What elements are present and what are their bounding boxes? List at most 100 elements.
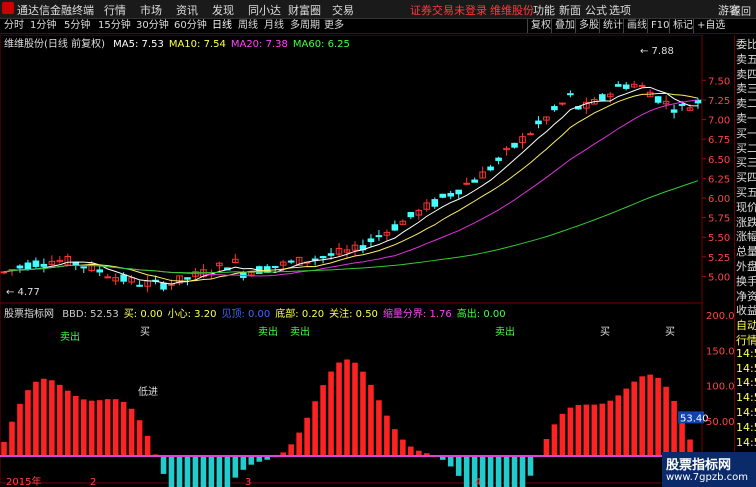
btn-fuquan[interactable]: 复权 [527,19,551,33]
quote-label-10: 买五 [736,186,756,199]
bbd-bar-1 [9,421,15,456]
sell-signal-1: 卖出 [258,325,278,338]
bbd-bar-11 [88,400,95,456]
btn-f10[interactable]: F10 [647,19,669,33]
ind-tick-1: 150.0 [706,346,734,357]
bbd-bars [0,359,702,487]
ma5-line [3,86,699,285]
date-tick-0: 2015年 [6,475,41,487]
period-month[interactable]: 月线 [264,19,284,33]
price-tick-7: 5.75 [708,214,730,225]
candle-body-59 [471,179,478,183]
bbd-bar-21 [168,456,175,487]
period-15min[interactable]: 15分钟 [98,19,131,33]
period-day[interactable]: 日线 [212,19,232,33]
candle-body-49 [391,224,399,231]
bbd-bar-43 [344,359,350,456]
login-notice[interactable]: 证券交易未登录 [410,2,487,18]
watermark-url: www.7gpzb.com [666,472,748,483]
menu-shichang[interactable]: 市场 [140,2,162,18]
period-30min[interactable]: 30分钟 [136,19,169,33]
btn-huaxian[interactable]: 画线 [623,19,647,33]
btn-fanhui[interactable]: 返回 [728,6,751,20]
candle-body-40 [319,256,327,259]
bbd-bar-70 [559,413,566,456]
candle-body-41 [327,253,335,256]
ind-legend-6: 缩量分界: 1.76 [382,309,452,320]
ind-legend-7: 高出: 0.00 [456,309,506,320]
quote-label-20: 行情 [736,334,756,347]
menu-hangqing[interactable]: 行情 [104,2,126,18]
ind-legend-5: 关注: 0.50 [329,309,378,320]
bbd-bar-22 [176,456,183,487]
candle-body-20 [160,282,167,290]
menu-jiaoyi[interactable]: 交易 [332,2,354,18]
chart-area[interactable]: ← 7.88← 4.77卖出 卖出 卖出 卖出买买买低进53.40 7.507.257… [0,35,734,487]
indicator-legend: 股票指标网 BBD: 52.53 买: 0.00 小心: 3.20 见顶: 0.00 底… [4,305,506,320]
candle-body-39 [311,258,319,261]
bbd-bar-56 [447,456,454,467]
bbd-bar-82 [655,377,661,456]
period-1min[interactable]: 1分钟 [30,19,56,33]
period-multi[interactable]: 多周期 [290,19,320,33]
bbd-bar-17 [136,420,143,456]
bbd-bar-62 [495,456,502,487]
bbd-bar-4 [33,381,39,456]
quote-label-24: 14:58 [736,391,756,405]
candle-body-75 [598,94,606,101]
menu-tongxiaoda[interactable]: 同小达 [248,2,281,18]
bbd-bar-5 [41,378,47,456]
candle-body-80 [638,84,646,87]
menu-xuanxiang[interactable]: 选项 [609,2,631,18]
bbd-bar-25 [200,456,207,487]
period-more[interactable]: 更多 [324,19,344,33]
period-week[interactable]: 周线 [238,19,258,33]
menu-gongneng[interactable]: 功能 [533,2,555,18]
menu-gongshi[interactable]: 公式 [585,2,607,18]
quote-label-0: 委比 [736,38,756,51]
btn-zixuan[interactable]: +自选 [693,19,725,33]
bbd-bar-50 [400,439,406,456]
bbd-bar-37 [296,432,302,456]
bbd-bar-46 [368,384,374,456]
app-title: 通达信金融终端 [17,4,94,17]
btn-diejia[interactable]: 叠加 [551,19,575,33]
bbd-bar-7 [57,384,63,456]
bbd-bar-51 [408,446,414,456]
period-5min[interactable]: 5分钟 [64,19,90,33]
stock-label: 维维股份(日线 前复权) [4,39,105,50]
bbd-bar-49 [392,429,398,456]
candle-body-36 [287,260,295,263]
candle-body-46 [367,238,375,243]
menu-zixun[interactable]: 资讯 [176,2,198,18]
period-60min[interactable]: 60分钟 [174,19,207,33]
quote-label-2: 卖四 [736,67,756,81]
menu-caifuquan[interactable]: 财富圈 [288,2,321,18]
ind-legend-1: 买: 0.00 [123,309,163,320]
bbd-bar-45 [360,371,366,456]
period-fenshi[interactable]: 分时 [4,19,24,33]
candle-body-17 [136,284,143,287]
candle-body-87 [694,99,702,104]
btn-duogu[interactable]: 多股 [575,19,599,33]
candle-body-56 [447,192,455,197]
bbd-bar-13 [104,399,111,456]
menu-faxian[interactable]: 发现 [212,2,234,18]
candle-body-70 [559,102,566,105]
candle-body-61 [487,166,494,171]
quote-label-17: 净资 [736,289,756,303]
menu-xinmian[interactable]: 新面 [559,2,581,18]
btn-biaoji[interactable]: 标记 [669,19,693,33]
price-tick-5: 6.25 [708,174,730,185]
candle-body-71 [567,93,574,96]
candle-body-34 [271,265,279,268]
sell-signal-3: 卖出 [495,325,515,338]
ind-legend-3: 见顶: 0.00 [221,309,271,320]
candle-body-4 [32,260,40,267]
quote-label-19: 自动 [736,319,756,333]
bbd-bar-71 [567,407,574,456]
bbd-bar-38 [304,417,310,456]
btn-tongji[interactable]: 统计 [599,19,623,33]
bbd-bar-79 [631,381,637,456]
bbd-bar-0 [1,441,7,456]
